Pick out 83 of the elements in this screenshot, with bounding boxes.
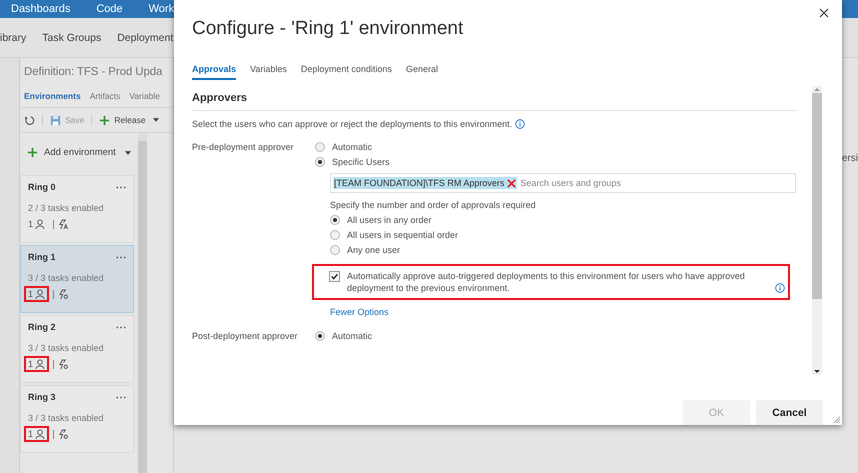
tab[interactable]: Approvals [192,64,236,80]
user-icon [35,359,46,369]
user-icon [35,429,46,439]
option-label: Automatic [332,330,372,340]
dialog-title: Configure - 'Ring 1' environment [192,18,464,40]
more-icon[interactable] [116,186,126,188]
trigger-gear-icon [58,428,70,440]
fewer-options-link[interactable]: Fewer Options [330,307,389,317]
plus-icon [27,147,38,158]
radio-button[interactable] [330,244,340,254]
tab[interactable]: Environments [24,91,81,107]
refresh-icon[interactable] [24,114,35,126]
nav-link[interactable]: Work [148,3,174,15]
add-environment-button[interactable]: Add environment [20,133,134,158]
nav-link[interactable]: Deployment [117,32,174,44]
option-label: All users in any order [347,214,432,224]
info-icon[interactable] [515,119,526,129]
environment-name: Ring 2 [28,322,56,332]
environment-card[interactable]: Ring 0 2 / 3 tasks enabled 1 [20,175,134,243]
checkbox-label: Automatically approve auto-triggered deployments to this environment for users who have approved deployment to the previous environment. [347,270,746,294]
environment-card[interactable]: Ring 2 3 / 3 tasks enabled 1 [20,315,134,383]
release-button[interactable]: Release [99,114,159,126]
tasks-status: 3 / 3 tasks enabled [28,413,105,423]
scrollbar[interactable] [138,133,147,473]
close-icon[interactable] [819,8,829,18]
user-picker-field[interactable]: [TEAM FOUNDATION]\TFS RM Approvers Search users and groups [330,173,796,193]
user-icon [35,219,46,229]
tab[interactable]: Variable [129,91,160,107]
resize-grip-icon[interactable] [833,416,840,423]
approver-count: 1 [24,286,50,302]
field-label: Post-deployment approver [192,330,299,341]
environment-name: Ring 0 [28,182,56,192]
option-label: All users in sequential order [347,230,458,240]
remove-icon[interactable] [507,178,516,188]
tab[interactable]: General [406,64,438,80]
scrollbar[interactable] [812,86,822,375]
environment-name: Ring 1 [28,252,56,262]
radio-button[interactable] [315,330,325,340]
tasks-status: 3 / 3 tasks enabled [28,273,105,283]
option-label: Any one user [347,244,400,254]
radio-button[interactable] [315,142,325,152]
more-icon[interactable] [116,396,126,398]
description-text: Select the users who can approve or reject the deployments to this environment. [192,119,512,129]
option-label: Specific Users [332,156,390,166]
environment-card[interactable]: Ring 1 3 / 3 tasks enabled 1 [20,245,134,313]
scroll-down-icon[interactable] [814,370,820,373]
dialog-button[interactable]: Cancel [756,400,823,425]
approver-count: 1 [24,356,50,372]
approver-count: 1 [24,426,50,442]
tasks-status: 2 / 3 tasks enabled [28,203,105,213]
info-icon[interactable] [775,283,785,293]
option-label: Automatic [332,142,372,152]
radio-button[interactable] [315,156,325,166]
tab[interactable]: Variables [250,64,287,80]
definition-title: Definition: TFS - Prod Upda [23,65,164,78]
checkbox[interactable] [329,271,340,282]
caret-icon [152,118,159,122]
save-icon [50,114,61,126]
trigger-gear-icon [58,358,70,370]
more-icon[interactable] [116,256,126,258]
nav-link[interactable]: ibrary [0,32,26,44]
tab[interactable]: Deployment conditions [300,64,392,80]
field-label: Pre-deployment approver [192,141,295,154]
tab[interactable]: Artifacts [90,91,120,107]
user-icon [35,289,46,299]
nav-link[interactable]: Dashboards [11,3,70,15]
tasks-status: 3 / 3 tasks enabled [28,343,105,353]
approver-count: 1 [24,216,50,232]
trigger-icon [58,218,70,230]
caret-icon [124,150,131,154]
trigger-gear-icon [58,288,70,300]
column-header: ersi [842,153,858,165]
environment-name: Ring 3 [28,392,56,402]
field-label: Specify the number and order of approvals required [330,200,537,210]
radio-button[interactable] [330,214,340,224]
approver-tag: [TEAM FOUNDATION]\TFS RM Approvers [333,177,518,189]
nav-link[interactable]: Task Groups [42,32,102,44]
more-icon[interactable] [116,326,126,328]
section-heading: Approvers [192,86,797,111]
environment-card[interactable]: Ring 3 3 / 3 tasks enabled 1 [20,385,134,453]
plus-icon [99,114,110,126]
radio-button[interactable] [330,230,340,240]
nav-link[interactable]: Code [96,3,123,15]
